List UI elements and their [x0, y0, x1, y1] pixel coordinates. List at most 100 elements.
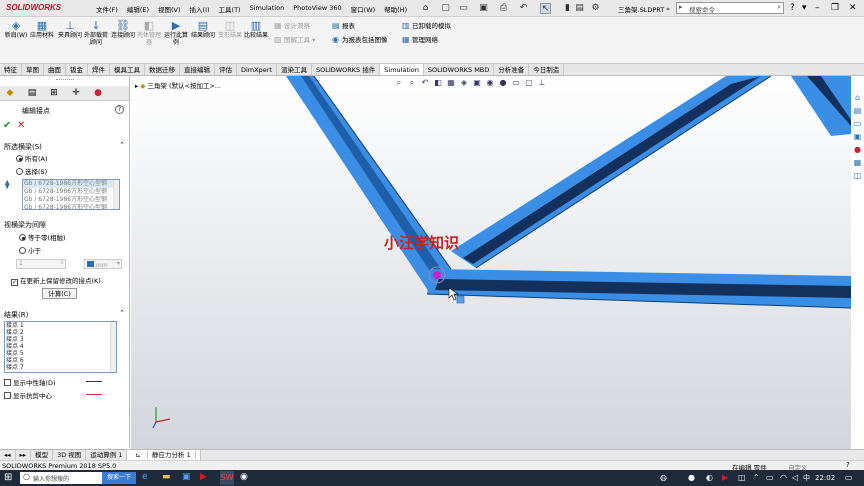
app-icon[interactable]: ◉ — [240, 472, 248, 482]
menu-view[interactable]: 视图(V) — [158, 4, 181, 14]
tab-model[interactable]: 模型 — [31, 450, 54, 460]
hide-show-icon[interactable]: ◉ — [485, 78, 495, 88]
menu-file[interactable]: 文件(F) — [96, 4, 118, 14]
joint-marker-icon[interactable] — [433, 271, 441, 279]
deformed-result-button[interactable]: ◫ 变形结果 — [218, 19, 242, 39]
compare-results-button[interactable]: ▥ 比较结果 — [244, 19, 268, 39]
tab-render-tools[interactable]: 渲染工具 — [277, 64, 312, 75]
plot-tools-button[interactable]: ▧ 图解工具 ▾ — [274, 35, 315, 45]
list-scrollbar[interactable] — [110, 322, 116, 372]
tab-features[interactable]: 特征 — [0, 64, 22, 75]
section-view-icon[interactable]: ◧ — [433, 78, 443, 88]
splitter-handle[interactable] — [56, 79, 74, 81]
show-hidden-icon[interactable]: ⌃ — [753, 473, 760, 482]
tab-simulation[interactable]: Simulation — [380, 64, 424, 75]
list-scrollbar[interactable] — [113, 180, 119, 209]
tray-app-icon[interactable]: ◐ — [706, 473, 713, 482]
zoom-fit-icon[interactable]: ⌕ — [394, 78, 404, 88]
run-study-button[interactable]: ▶ 运行此算例 — [164, 19, 188, 46]
edge-browser-icon[interactable]: e — [142, 472, 148, 482]
search-input[interactable]: 搜索命令 — [689, 6, 715, 14]
search-box[interactable]: ▸ 搜索命令 ⌕ — [676, 2, 784, 14]
open-icon[interactable]: ▭ — [458, 3, 469, 14]
list-item[interactable]: 接点 2 — [5, 329, 116, 336]
equal-zero-radio[interactable]: 等于零(相触) — [19, 232, 66, 242]
tab-mbd[interactable]: SOLIDWORKS MBD — [424, 64, 495, 75]
tab-sketch[interactable]: 草图 — [22, 64, 44, 75]
graphics-area[interactable] — [131, 76, 851, 449]
help-circle-icon[interactable]: ? — [115, 105, 124, 114]
file-explorer-icon[interactable]: ▭ — [852, 118, 863, 130]
list-item[interactable]: Gb / 6728-1986方形空心型钢 — [23, 204, 119, 212]
expand-arrow-icon[interactable]: ▸ — [135, 82, 138, 90]
zoom-area-icon[interactable]: ⌕ — [407, 78, 417, 88]
clock[interactable]: 22:02 — [815, 474, 835, 482]
select-arrow-icon[interactable]: ↖ — [540, 3, 551, 14]
minimize-icon[interactable]: – — [815, 2, 820, 14]
ime-indicator[interactable]: 中 — [803, 473, 810, 483]
dropdown-icon[interactable]: ▾ — [802, 2, 807, 14]
select-beams-radio[interactable]: 选择(S) — [16, 166, 47, 176]
connections-advisor-button[interactable]: ⛓ 连接顾问 — [111, 19, 135, 39]
unloaded-sims-button[interactable]: ▥ 已卸载的模拟 — [402, 21, 451, 31]
list-item[interactable]: 接点 5 — [5, 350, 116, 357]
tab-surfaces[interactable]: 曲面 — [44, 64, 66, 75]
help-icon[interactable]: ? — [846, 461, 850, 469]
notifications-icon[interactable]: ▭ — [845, 473, 853, 482]
tab-manufacturing[interactable]: 今日制造 — [529, 64, 565, 75]
tray-app-icon[interactable]: ◫ — [738, 473, 746, 482]
tray-app-icon[interactable]: ◍ — [660, 473, 667, 482]
volume-icon[interactable]: ◁ — [792, 473, 798, 482]
new-study-button[interactable]: ◈ 新肩(W) — [4, 19, 28, 39]
restore-icon[interactable]: ❐ — [831, 2, 839, 14]
resources-home-icon[interactable]: ⌂ — [852, 92, 863, 104]
menu-insert[interactable]: 插入(I) — [190, 4, 210, 14]
options-gear-icon[interactable]: ⚙ — [590, 3, 601, 14]
tab-dimxpert[interactable]: DimXpert — [237, 64, 277, 75]
cancel-x-icon[interactable]: ✕ — [17, 120, 25, 131]
calculate-button[interactable]: 计算(C) — [42, 288, 77, 299]
manage-network-button[interactable]: ▦ 管理网络 — [402, 35, 438, 45]
file-properties-icon[interactable]: ▤ — [574, 3, 585, 14]
fixtures-advisor-button[interactable]: ⊥ 夹具顾问 — [58, 19, 82, 39]
keep-modified-checkbox[interactable]: ✓ 在更新上保留修改的接点(K) — [11, 275, 101, 286]
report-button[interactable]: ▤ 报表 — [332, 21, 355, 31]
print-icon[interactable]: ⎙ — [498, 3, 509, 14]
apply-material-button[interactable]: ▦ 应用材料 — [30, 19, 54, 39]
tab-addins[interactable]: SOLIDWORKS 插件 — [312, 64, 381, 75]
tab-data-migration[interactable]: 数据迁移 — [145, 64, 180, 75]
configuration-icon[interactable]: ⊞ — [47, 87, 61, 99]
windows-start-icon[interactable]: ⊞ — [4, 472, 15, 483]
tab-direct-editing[interactable]: 直接编辑 — [180, 64, 215, 75]
custom-properties-icon[interactable]: ▦ — [852, 157, 863, 169]
rebuild-icon[interactable]: ▮ — [562, 3, 573, 14]
spinner-icon[interactable]: ⇳ — [60, 260, 64, 266]
save-icon[interactable]: ▣ — [478, 3, 489, 14]
appearances-icon[interactable]: ● — [852, 144, 863, 156]
search-button[interactable]: 搜索一下 — [102, 472, 136, 484]
view-settings-icon[interactable]: ▢ — [524, 78, 534, 88]
tab-weldments[interactable]: 焊件 — [88, 64, 110, 75]
list-item[interactable]: 接点 7 — [5, 364, 116, 371]
tab-3d-views[interactable]: 3D 视图 — [53, 450, 87, 460]
forum-icon[interactable]: ◫ — [852, 170, 863, 182]
tray-app-icon[interactable]: ▶ — [722, 473, 728, 482]
search-icon[interactable]: ⌕ — [777, 3, 781, 12]
menu-simulation[interactable]: Simulation — [250, 4, 285, 14]
part-name[interactable]: 三角架 (默认<按加工>... — [147, 82, 221, 90]
nav-next-icon[interactable]: ▸▸ — [16, 450, 32, 460]
menu-window[interactable]: 窗口(W) — [351, 4, 376, 14]
less-than-radio[interactable]: 小于 — [19, 245, 41, 255]
edit-appearance-icon[interactable]: ● — [498, 78, 508, 88]
tab-motion-study[interactable]: 运动算例 1 — [86, 450, 128, 460]
clearance-unit-select[interactable]: mm ▾ — [84, 259, 122, 269]
store-icon[interactable]: ▣ — [182, 472, 191, 482]
dimxpert-icon[interactable]: ✛ — [69, 87, 83, 99]
ok-check-icon[interactable]: ✔ — [3, 120, 11, 131]
list-item[interactable]: Gb / 6728-1986方形空心型钢 — [23, 196, 119, 204]
network-icon[interactable]: ◠ — [780, 473, 787, 482]
help-icon[interactable]: ? — [790, 2, 795, 14]
list-item[interactable]: 接点 4 — [5, 343, 116, 350]
collapse-chevron-icon[interactable]: ⌃ — [119, 141, 125, 149]
tab-evaluate[interactable]: 评估 — [215, 64, 237, 75]
